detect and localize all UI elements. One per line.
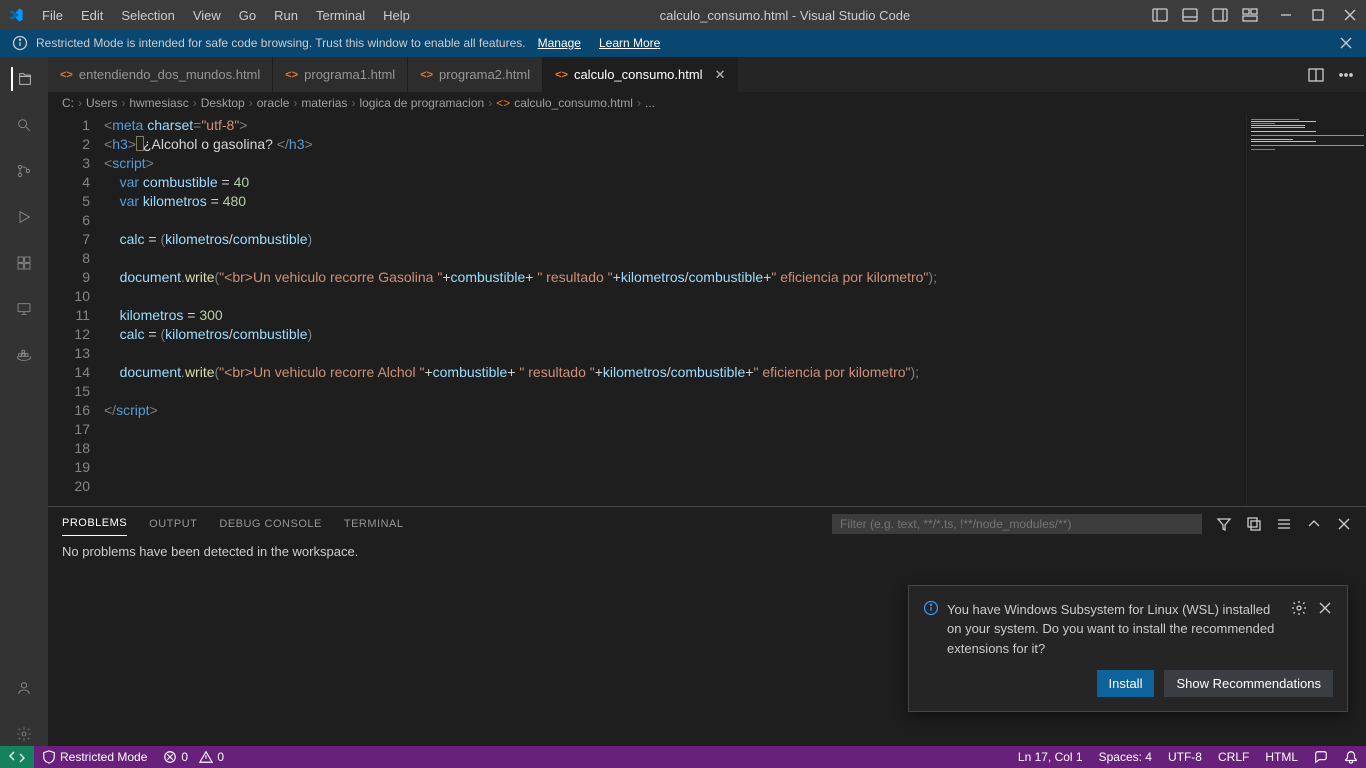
info-icon	[923, 600, 939, 616]
feedback-icon[interactable]	[1306, 750, 1336, 764]
panel-tab-terminal[interactable]: TERMINAL	[344, 512, 404, 536]
remote-indicator[interactable]	[0, 746, 34, 768]
html-file-icon: <>	[555, 69, 568, 81]
restricted-text: Restricted Mode is intended for safe cod…	[36, 36, 526, 50]
minimap[interactable]	[1246, 114, 1366, 506]
vscode-logo-icon	[8, 7, 24, 23]
editor-area: <>entendiendo_dos_mundos.html <>programa…	[48, 57, 1366, 746]
menu-view[interactable]: View	[185, 4, 229, 27]
filter-icon[interactable]	[1216, 516, 1232, 532]
search-icon[interactable]	[12, 113, 36, 137]
menu-file[interactable]: File	[34, 4, 71, 27]
learn-more-link[interactable]: Learn More	[599, 36, 660, 50]
menu-edit[interactable]: Edit	[73, 4, 111, 27]
status-bar: Restricted Mode 0 0 Ln 17, Col 1 Spaces:…	[0, 746, 1366, 768]
manage-link[interactable]: Manage	[538, 36, 581, 50]
view-as-list-icon[interactable]	[1276, 516, 1292, 532]
html-file-icon: <>	[60, 69, 73, 81]
more-actions-icon[interactable]	[1338, 67, 1354, 83]
toast-message: You have Windows Subsystem for Linux (WS…	[947, 600, 1283, 659]
panel-tab-problems[interactable]: PROBLEMS	[62, 511, 127, 536]
explorer-icon[interactable]	[11, 67, 35, 91]
banner-close-icon[interactable]	[1338, 35, 1354, 51]
remote-explorer-icon[interactable]	[12, 297, 36, 321]
window-title: calculo_consumo.html - Visual Studio Cod…	[418, 8, 1152, 23]
cursor-position[interactable]: Ln 17, Col 1	[1010, 750, 1091, 764]
tab-programa2[interactable]: <>programa2.html	[408, 57, 543, 92]
info-icon	[12, 35, 28, 51]
maximize-panel-icon[interactable]	[1306, 516, 1322, 532]
title-bar: File Edit Selection View Go Run Terminal…	[0, 0, 1366, 30]
menu-run[interactable]: Run	[266, 4, 306, 27]
html-file-icon: <>	[285, 69, 298, 81]
source-control-icon[interactable]	[12, 159, 36, 183]
tab-close-icon[interactable]: ✕	[715, 67, 726, 83]
collapse-all-icon[interactable]	[1246, 516, 1262, 532]
close-icon[interactable]	[1342, 7, 1358, 23]
restricted-mode-banner: Restricted Mode is intended for safe cod…	[0, 30, 1366, 57]
activity-bar	[0, 57, 48, 746]
wsl-recommendation-toast: You have Windows Subsystem for Linux (WS…	[908, 585, 1348, 713]
tab-calculo-consumo[interactable]: <>calculo_consumo.html✕	[543, 57, 738, 92]
toggle-primary-sidebar-icon[interactable]	[1152, 7, 1168, 23]
show-recommendations-button[interactable]: Show Recommendations	[1164, 670, 1333, 697]
toast-close-icon[interactable]	[1317, 600, 1333, 616]
indentation-status[interactable]: Spaces: 4	[1091, 750, 1160, 764]
encoding-status[interactable]: UTF-8	[1160, 750, 1210, 764]
problems-body: No problems have been detected in the wo…	[48, 540, 1366, 563]
html-file-icon: <>	[420, 69, 433, 81]
extensions-icon[interactable]	[12, 251, 36, 275]
maximize-icon[interactable]	[1310, 7, 1326, 23]
app-menu: File Edit Selection View Go Run Terminal…	[34, 4, 418, 27]
toggle-panel-icon[interactable]	[1182, 7, 1198, 23]
problems-filter-input[interactable]	[832, 514, 1202, 534]
settings-gear-icon[interactable]	[12, 722, 36, 746]
close-panel-icon[interactable]	[1336, 516, 1352, 532]
breadcrumb[interactable]: C:› Users› hwmesiasc› Desktop› oracle› m…	[48, 92, 1366, 114]
minimize-icon[interactable]	[1278, 7, 1294, 23]
tab-programa1[interactable]: <>programa1.html	[273, 57, 408, 92]
split-editor-icon[interactable]	[1308, 67, 1324, 83]
editor-tabs: <>entendiendo_dos_mundos.html <>programa…	[48, 57, 1366, 92]
menu-selection[interactable]: Selection	[113, 4, 182, 27]
panel-tabs: PROBLEMS OUTPUT DEBUG CONSOLE TERMINAL	[48, 507, 1366, 540]
language-status[interactable]: HTML	[1257, 750, 1306, 764]
install-button[interactable]: Install	[1097, 670, 1155, 697]
run-debug-icon[interactable]	[12, 205, 36, 229]
code-editor[interactable]: 1234567891011121314151617181920 <meta ch…	[48, 114, 1366, 506]
panel-tab-output[interactable]: OUTPUT	[149, 512, 197, 536]
notifications-icon[interactable]	[1336, 750, 1366, 764]
restricted-mode-status[interactable]: Restricted Mode	[34, 750, 155, 764]
panel-tab-debug-console[interactable]: DEBUG CONSOLE	[219, 512, 321, 536]
gear-icon[interactable]	[1291, 600, 1307, 616]
problems-status[interactable]: 0 0	[155, 750, 232, 764]
docker-icon[interactable]	[12, 343, 36, 367]
customize-layout-icon[interactable]	[1242, 7, 1258, 23]
line-numbers: 1234567891011121314151617181920	[48, 114, 104, 506]
menu-go[interactable]: Go	[231, 4, 264, 27]
menu-terminal[interactable]: Terminal	[308, 4, 373, 27]
eol-status[interactable]: CRLF	[1210, 750, 1257, 764]
toggle-secondary-sidebar-icon[interactable]	[1212, 7, 1228, 23]
code-content[interactable]: <meta charset="utf-8"> <h3>¿Alcohol o ga…	[104, 114, 1366, 506]
menu-help[interactable]: Help	[375, 4, 418, 27]
accounts-icon[interactable]	[12, 676, 36, 700]
tab-entendiendo[interactable]: <>entendiendo_dos_mundos.html	[48, 57, 273, 92]
